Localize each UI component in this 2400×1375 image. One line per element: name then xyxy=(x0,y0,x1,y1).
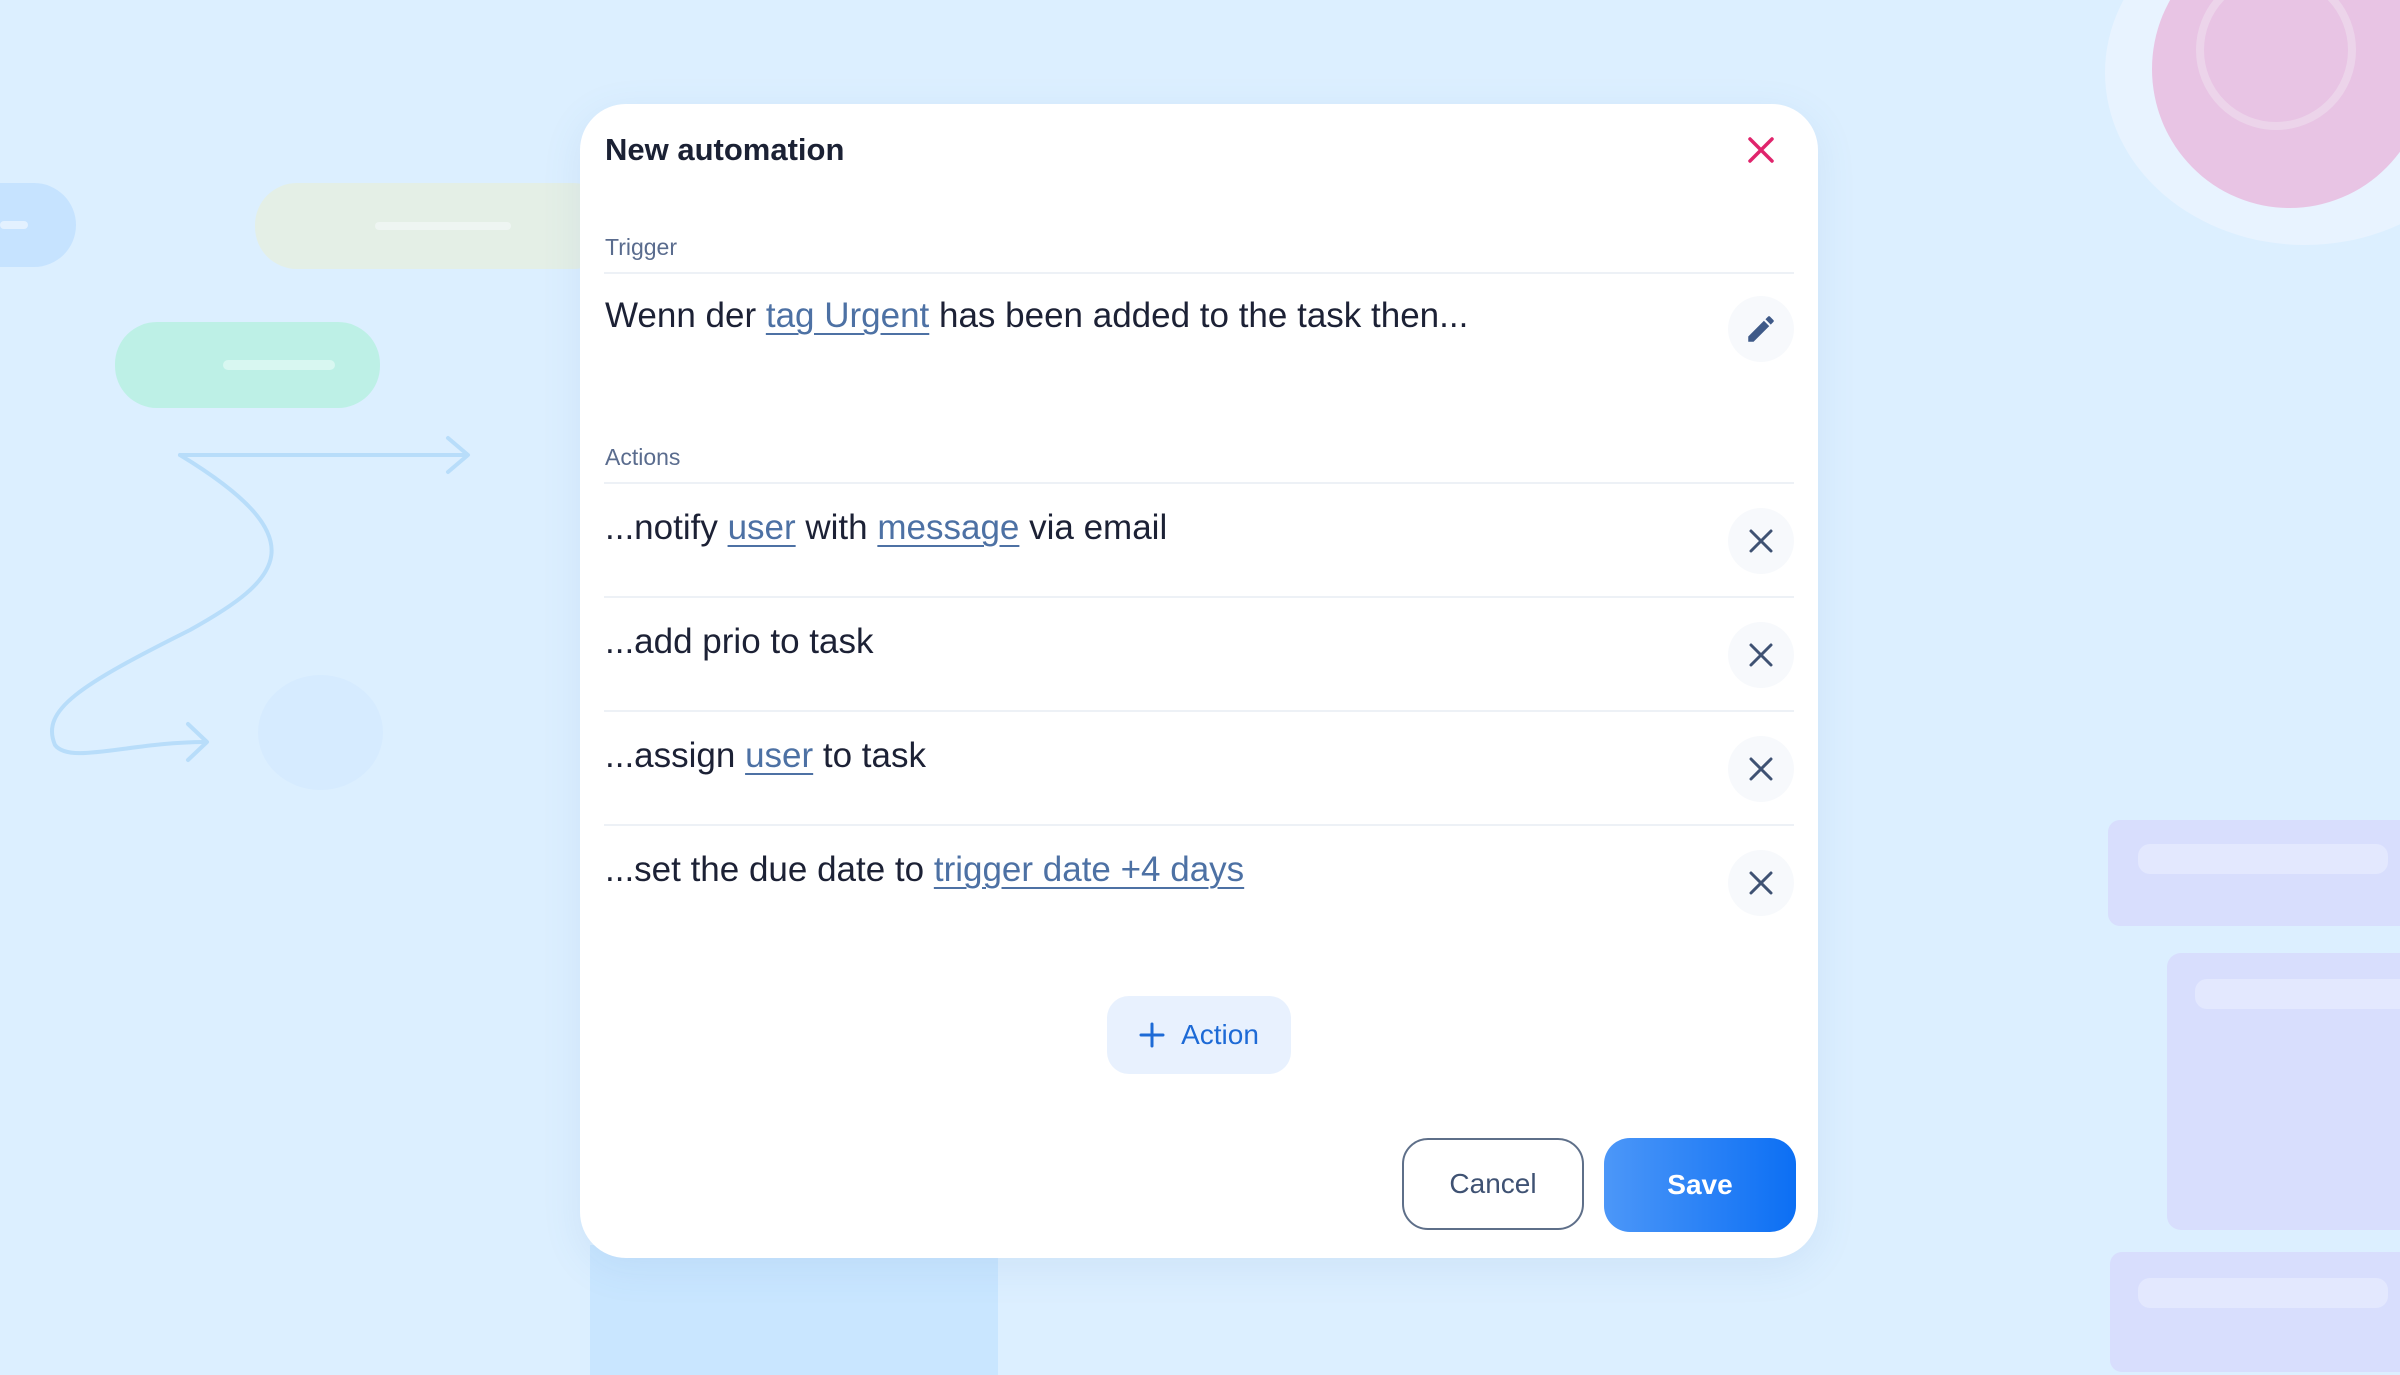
trigger-text: has been added to the task then... xyxy=(929,296,1469,335)
background-card xyxy=(2167,953,2400,1230)
background-card xyxy=(590,1245,998,1375)
background-pill xyxy=(255,183,615,269)
close-icon xyxy=(1748,137,1774,163)
dialog-title: New automation xyxy=(605,132,845,167)
action-text: ...notify xyxy=(605,508,728,547)
background-card xyxy=(2110,1252,2400,1372)
divider xyxy=(604,272,1794,274)
trigger-label: Trigger xyxy=(605,234,677,260)
action-row-assign: ...assign user to task xyxy=(605,736,926,776)
close-button[interactable] xyxy=(1743,132,1779,168)
divider xyxy=(604,596,1794,598)
action-row-notify: ...notify user with message via email xyxy=(605,508,1167,548)
background-circle xyxy=(258,675,383,790)
action-text: with xyxy=(795,508,878,547)
x-icon xyxy=(1749,871,1773,895)
x-icon xyxy=(1749,529,1773,553)
background-pill xyxy=(0,183,76,267)
trigger-tag-link[interactable]: tag Urgent xyxy=(766,296,929,335)
pencil-icon xyxy=(1748,316,1774,342)
plus-icon xyxy=(1139,1022,1165,1048)
x-icon xyxy=(1749,643,1773,667)
remove-action-button[interactable] xyxy=(1728,736,1794,802)
new-automation-dialog: New automation Trigger Wenn der tag Urge… xyxy=(580,104,1818,1258)
message-link[interactable]: message xyxy=(877,508,1019,547)
action-row-add-prio: ...add prio to task xyxy=(605,622,873,662)
remove-action-button[interactable] xyxy=(1728,508,1794,574)
background-card xyxy=(2108,820,2400,926)
remove-action-button[interactable] xyxy=(1728,622,1794,688)
save-button[interactable]: Save xyxy=(1604,1138,1796,1232)
divider xyxy=(604,482,1794,484)
trigger-description: Wenn der tag Urgent has been added to th… xyxy=(605,296,1468,336)
action-text: to task xyxy=(813,736,926,775)
action-text: via email xyxy=(1019,508,1168,547)
action-text: ...assign xyxy=(605,736,746,775)
user-link[interactable]: user xyxy=(728,508,796,547)
trigger-text: Wenn der xyxy=(605,296,766,335)
action-text: ...set the due date to xyxy=(605,850,934,889)
remove-action-button[interactable] xyxy=(1728,850,1794,916)
divider xyxy=(604,824,1794,826)
divider xyxy=(604,710,1794,712)
background-pill xyxy=(115,322,380,408)
add-action-button[interactable]: Action xyxy=(1107,996,1291,1074)
actions-label: Actions xyxy=(605,444,681,470)
edit-trigger-button[interactable] xyxy=(1728,296,1794,362)
add-action-label: Action xyxy=(1181,1019,1259,1050)
due-date-link[interactable]: trigger date +4 days xyxy=(934,850,1244,889)
cancel-button[interactable]: Cancel xyxy=(1402,1138,1584,1230)
user-link[interactable]: user xyxy=(745,736,813,775)
x-icon xyxy=(1749,757,1773,781)
action-text: ...add prio to task xyxy=(605,622,874,661)
action-row-due-date: ...set the due date to trigger date +4 d… xyxy=(605,850,1244,890)
